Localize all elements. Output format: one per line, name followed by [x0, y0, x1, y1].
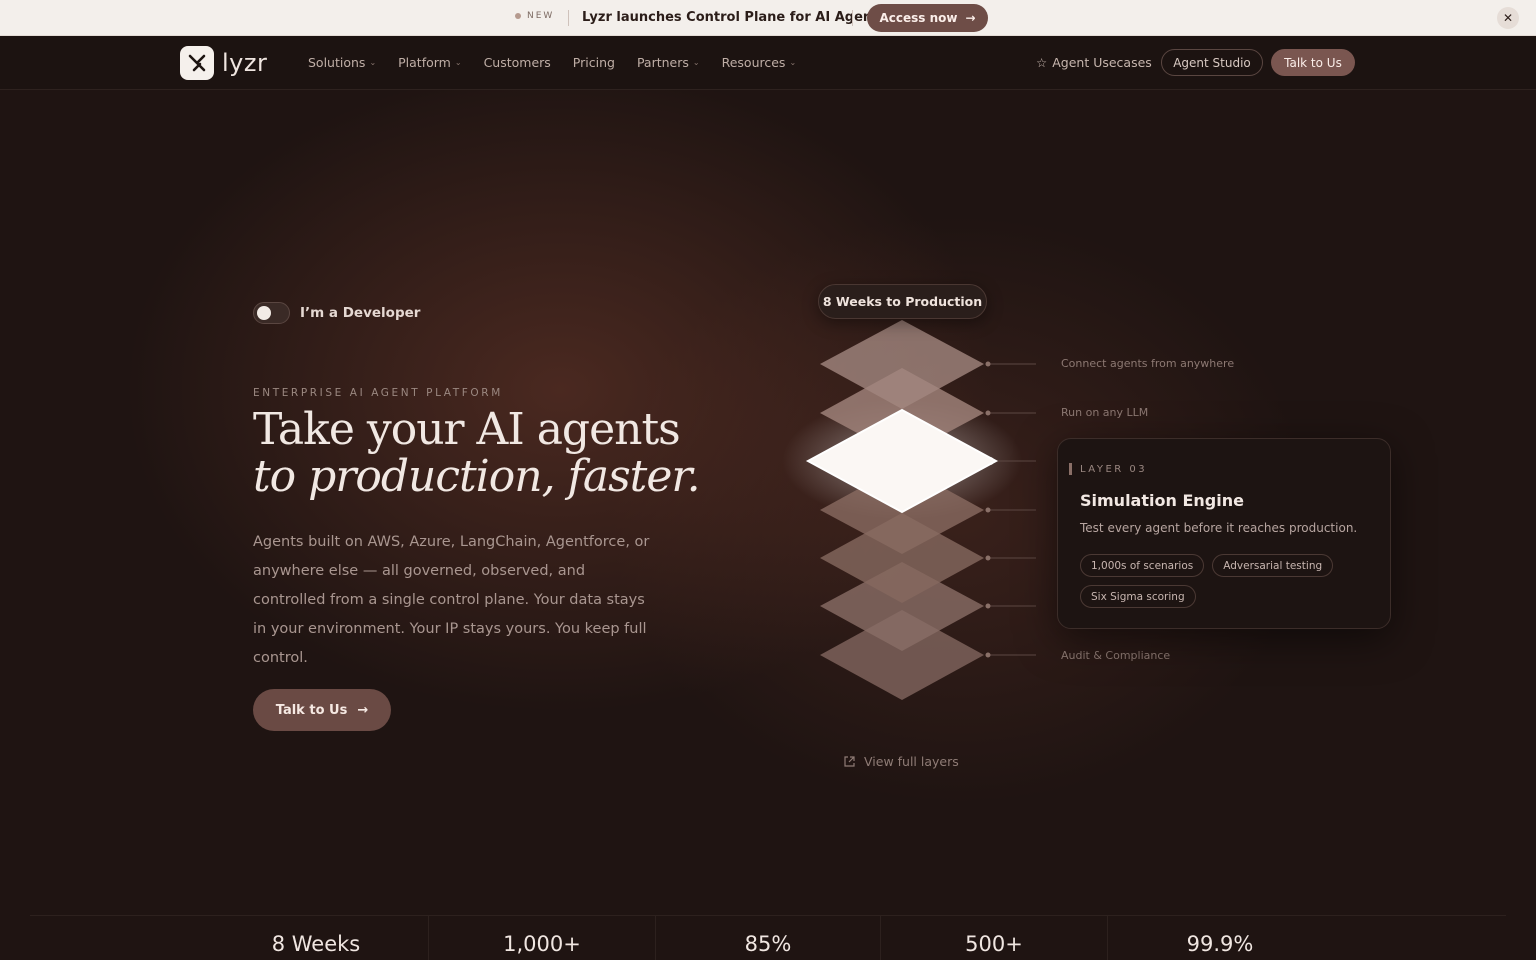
arrow-right-icon: → [357, 702, 369, 718]
developer-toggle-label: I’m a Developer [300, 305, 421, 321]
nav-item-label: Customers [483, 55, 551, 70]
nav-item-label: Resources [721, 55, 786, 70]
hero-headline: Take your AI agents to production, faste… [253, 404, 701, 502]
announcement-bar: NEW Lyzr launches Control Plane for AI A… [0, 0, 1536, 36]
nav-item-label: Platform [398, 55, 451, 70]
chevron-down-icon: ⌄ [789, 58, 797, 67]
chevron-down-icon: ⌄ [692, 58, 700, 67]
view-full-layers-link[interactable]: View full layers [843, 754, 959, 769]
arrow-right-icon: → [965, 11, 976, 25]
hero-headline-line-2: to production, faster. [253, 451, 701, 502]
nav-item-solutions[interactable]: Solutions ⌄ [308, 55, 376, 70]
chevron-down-icon: ⌄ [369, 58, 377, 67]
feature-chip: Six Sigma scoring [1080, 585, 1196, 608]
logo-wordmark: lyzr [222, 49, 268, 77]
access-now-button[interactable]: Access now → [867, 4, 988, 32]
stat-value: 99.9% [1186, 932, 1254, 956]
layer-feature-chips: 1,000s of scenarios Adversarial testing … [1080, 554, 1370, 608]
active-layer-card: LAYER 03 Simulation Engine Test every ag… [1057, 438, 1391, 629]
stat-value: 1,000+ [503, 932, 581, 956]
lyzr-logo[interactable]: lyzr [180, 46, 267, 80]
main-menu: Solutions ⌄ Platform ⌄ Customers Pricing… [308, 55, 796, 70]
stat-value: 8 Weeks [271, 932, 361, 956]
layer-number: LAYER 03 [1080, 463, 1148, 475]
agent-usecases-link[interactable]: ☆ Agent Usecases [1036, 55, 1152, 70]
stat-value: 500+ [965, 932, 1023, 956]
connector-lines [988, 363, 1036, 656]
nav-item-platform[interactable]: Platform ⌄ [398, 55, 461, 70]
divider [568, 10, 569, 26]
dot-icon [515, 13, 521, 19]
nav-item-partners[interactable]: Partners ⌄ [637, 55, 700, 70]
stat-divider [655, 916, 656, 960]
new-badge-label: NEW [527, 11, 555, 21]
star-icon: ☆ [1036, 55, 1048, 70]
hero-headline-line-1: Take your AI agents [253, 404, 681, 455]
weeks-to-production-pill: 8 Weeks to Production [818, 284, 987, 319]
lyzr-mark-icon [188, 54, 206, 72]
announcement-message: Lyzr launches Control Plane for AI Agent… [582, 10, 887, 25]
chevron-down-icon: ⌄ [454, 58, 462, 67]
close-icon: ✕ [1502, 11, 1514, 25]
top-nav: lyzr Solutions ⌄ Platform ⌄ Customers Pr… [0, 36, 1536, 90]
layer-stack-illustration [782, 320, 1036, 700]
lyzr-logo-mark [180, 46, 214, 80]
toggle-knob [257, 306, 271, 320]
talk-to-us-nav-button[interactable]: Talk to Us [1271, 49, 1355, 76]
nav-item-customers[interactable]: Customers [484, 55, 551, 70]
nav-item-label: Partners [636, 55, 689, 70]
agent-usecases-label: Agent Usecases [1052, 55, 1152, 70]
feature-chip: Adversarial testing [1212, 554, 1334, 577]
view-full-layers-label: View full layers [864, 754, 959, 769]
agent-studio-button[interactable]: Agent Studio [1161, 49, 1263, 76]
nav-item-resources[interactable]: Resources ⌄ [722, 55, 797, 70]
stat-divider [428, 916, 429, 960]
stat-value: 85% [744, 932, 792, 956]
layer-title: Simulation Engine [1080, 491, 1244, 510]
nav-item-label: Solutions [308, 55, 366, 70]
layer-label-llm[interactable]: Run on any LLM [1061, 406, 1148, 419]
access-now-label: Access now [879, 11, 958, 25]
nav-item-label: Pricing [572, 55, 615, 70]
layer-1[interactable] [820, 320, 984, 409]
kicker-bar [1069, 463, 1072, 475]
stat-divider [880, 916, 881, 960]
talk-to-us-hero-label: Talk to Us [275, 702, 348, 718]
layer-label-connect[interactable]: Connect agents from anywhere [1061, 357, 1234, 370]
divider [852, 10, 853, 26]
layer-kicker: LAYER 03 [1069, 463, 1147, 475]
new-badge: NEW [515, 11, 554, 21]
hero-description: Agents built on AWS, Azure, LangChain, A… [253, 534, 650, 666]
feature-chip: 1,000s of scenarios [1080, 554, 1205, 577]
layer-label-audit[interactable]: Audit & Compliance [1061, 649, 1170, 662]
external-link-icon [844, 756, 855, 767]
developer-toggle[interactable] [253, 302, 290, 324]
close-announcement-button[interactable]: ✕ [1497, 7, 1519, 29]
hero-eyebrow: ENTERPRISE AI AGENT PLATFORM [253, 387, 503, 399]
talk-to-us-hero-button[interactable]: Talk to Us → [253, 689, 391, 731]
nav-item-pricing[interactable]: Pricing [573, 55, 615, 70]
stat-divider [1107, 916, 1108, 960]
layer-description: Test every agent before it reaches produ… [1080, 521, 1358, 535]
